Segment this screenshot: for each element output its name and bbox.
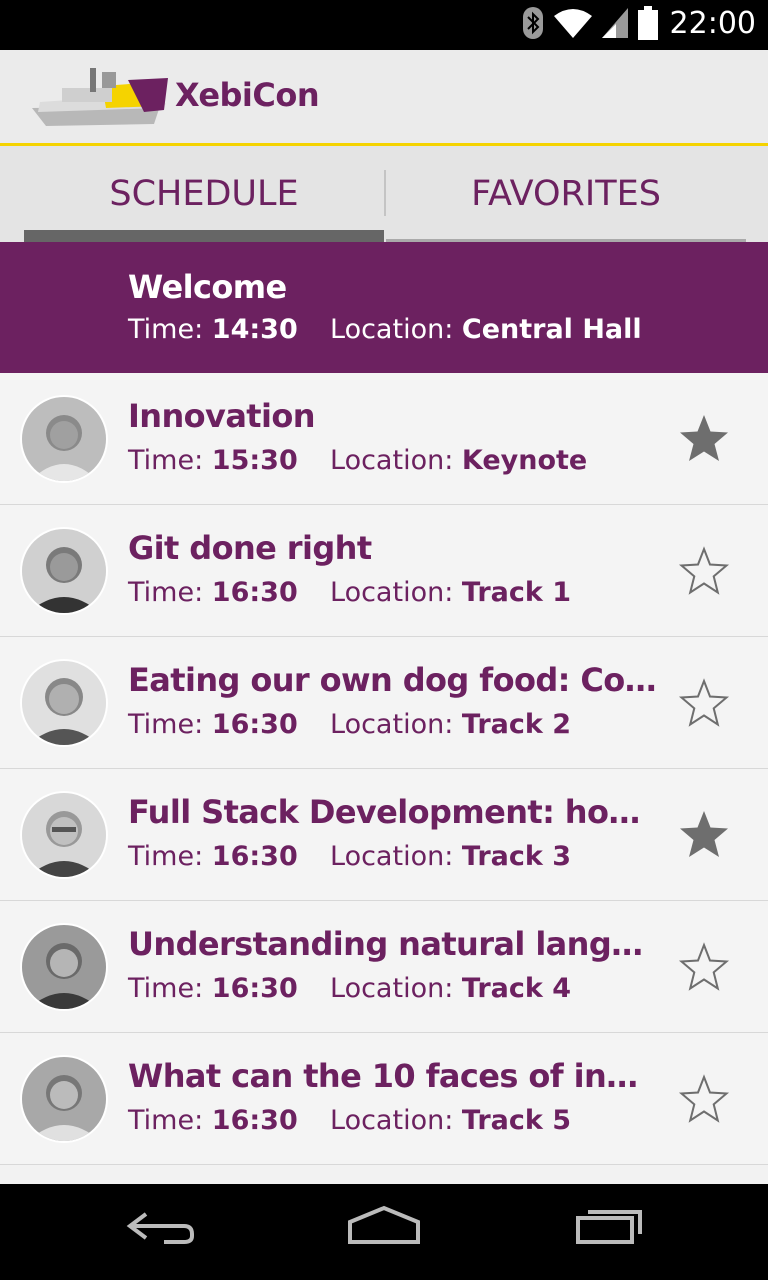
time-label: Time: xyxy=(128,841,204,872)
session-row[interactable]: Git done right Time: 16:30 Location: Tra… xyxy=(0,505,768,637)
signal-icon xyxy=(602,8,628,42)
time-label: Time: xyxy=(128,1105,204,1136)
session-meta: Time: 16:30 Location: Track 2 xyxy=(128,709,571,740)
session-title: Welcome xyxy=(128,268,287,306)
location-label: Location: xyxy=(330,314,454,345)
session-title: Eating our own dog food: Conti… xyxy=(128,661,658,699)
back-icon[interactable] xyxy=(124,1204,196,1252)
session-title: Innovation xyxy=(128,397,316,435)
session-title: Full Stack Development: how to… xyxy=(128,793,658,831)
speaker-avatar xyxy=(20,659,108,747)
session-location: Track 2 xyxy=(461,709,572,740)
location-label: Location: xyxy=(330,577,454,608)
tab-schedule[interactable]: SCHEDULE xyxy=(24,146,384,242)
session-time: 16:30 xyxy=(211,973,298,1004)
session-row[interactable]: Innovation Time: 15:30 Location: Keynote xyxy=(0,373,768,505)
time-label: Time: xyxy=(128,577,204,608)
speaker-avatar xyxy=(20,791,108,879)
bluetooth-icon xyxy=(522,6,544,44)
session-time: 15:30 xyxy=(211,445,298,476)
app-bar: XebiCon xyxy=(0,50,768,146)
favorite-star-outline-icon[interactable] xyxy=(676,675,732,731)
session-location: Track 4 xyxy=(461,973,572,1004)
speaker-avatar xyxy=(20,923,108,1011)
session-row[interactable]: Understanding natural languag… Time: 16:… xyxy=(0,901,768,1033)
session-title: Git done right xyxy=(128,529,372,567)
favorite-star-outline-icon[interactable] xyxy=(676,939,732,995)
session-meta: Time: 15:30 Location: Keynote xyxy=(128,445,587,476)
app-title: XebiCon xyxy=(175,76,320,114)
speaker-avatar xyxy=(20,1055,108,1143)
system-nav-bar xyxy=(0,1184,768,1280)
session-location: Track 5 xyxy=(461,1105,572,1136)
favorite-star-filled-icon[interactable] xyxy=(676,411,732,467)
tab-bar: SCHEDULE FAVORITES xyxy=(0,146,768,242)
recents-icon[interactable] xyxy=(574,1204,646,1252)
wifi-icon xyxy=(554,8,592,42)
home-icon[interactable] xyxy=(346,1204,422,1252)
status-icons xyxy=(522,6,658,44)
favorite-star-filled-icon[interactable] xyxy=(676,807,732,863)
session-time: 16:30 xyxy=(211,841,298,872)
session-location: Keynote xyxy=(461,445,588,476)
location-label: Location: xyxy=(330,841,454,872)
session-row[interactable]: Full Stack Development: how to… Time: 16… xyxy=(0,769,768,901)
time-label: Time: xyxy=(128,709,204,740)
status-bar: 22:00 xyxy=(0,0,768,50)
tab-selected-indicator xyxy=(24,230,384,242)
session-time: 16:30 xyxy=(211,1105,298,1136)
time-label: Time: xyxy=(128,973,204,1004)
session-location: Track 3 xyxy=(461,841,572,872)
tab-favorites[interactable]: FAVORITES xyxy=(386,146,746,242)
session-meta: Time: 16:30 Location: Track 5 xyxy=(128,1105,571,1136)
session-meta: Time: 16:30 Location: Track 1 xyxy=(128,577,571,608)
session-location: Track 1 xyxy=(461,577,572,608)
session-title: What can the 10 faces of innov… xyxy=(128,1057,658,1095)
location-label: Location: xyxy=(330,445,454,476)
session-title: Understanding natural languag… xyxy=(128,925,658,963)
session-time: 14:30 xyxy=(211,314,298,345)
location-label: Location: xyxy=(330,1105,454,1136)
session-location: Central Hall xyxy=(461,314,642,345)
time-label: Time: xyxy=(128,314,204,345)
session-row[interactable]: Eating our own dog food: Conti… Time: 16… xyxy=(0,637,768,769)
location-label: Location: xyxy=(330,709,454,740)
time-label: Time: xyxy=(128,445,204,476)
favorite-star-outline-icon[interactable] xyxy=(676,1071,732,1127)
session-time: 16:30 xyxy=(211,709,298,740)
favorite-star-outline-icon[interactable] xyxy=(676,543,732,599)
session-row-welcome[interactable]: Welcome Time: 14:30 Location: Central Ha… xyxy=(0,242,768,373)
status-clock: 22:00 xyxy=(669,6,756,41)
session-row[interactable]: What can the 10 faces of innov… Time: 16… xyxy=(0,1033,768,1165)
session-list: Welcome Time: 14:30 Location: Central Ha… xyxy=(0,242,768,1165)
ship-logo xyxy=(32,64,168,134)
session-time: 16:30 xyxy=(211,577,298,608)
speaker-avatar xyxy=(20,527,108,615)
battery-icon xyxy=(638,6,658,44)
location-label: Location: xyxy=(330,973,454,1004)
session-meta: Time: 14:30 Location: Central Hall xyxy=(128,314,642,345)
speaker-avatar xyxy=(20,395,108,483)
session-meta: Time: 16:30 Location: Track 4 xyxy=(128,973,571,1004)
session-meta: Time: 16:30 Location: Track 3 xyxy=(128,841,571,872)
